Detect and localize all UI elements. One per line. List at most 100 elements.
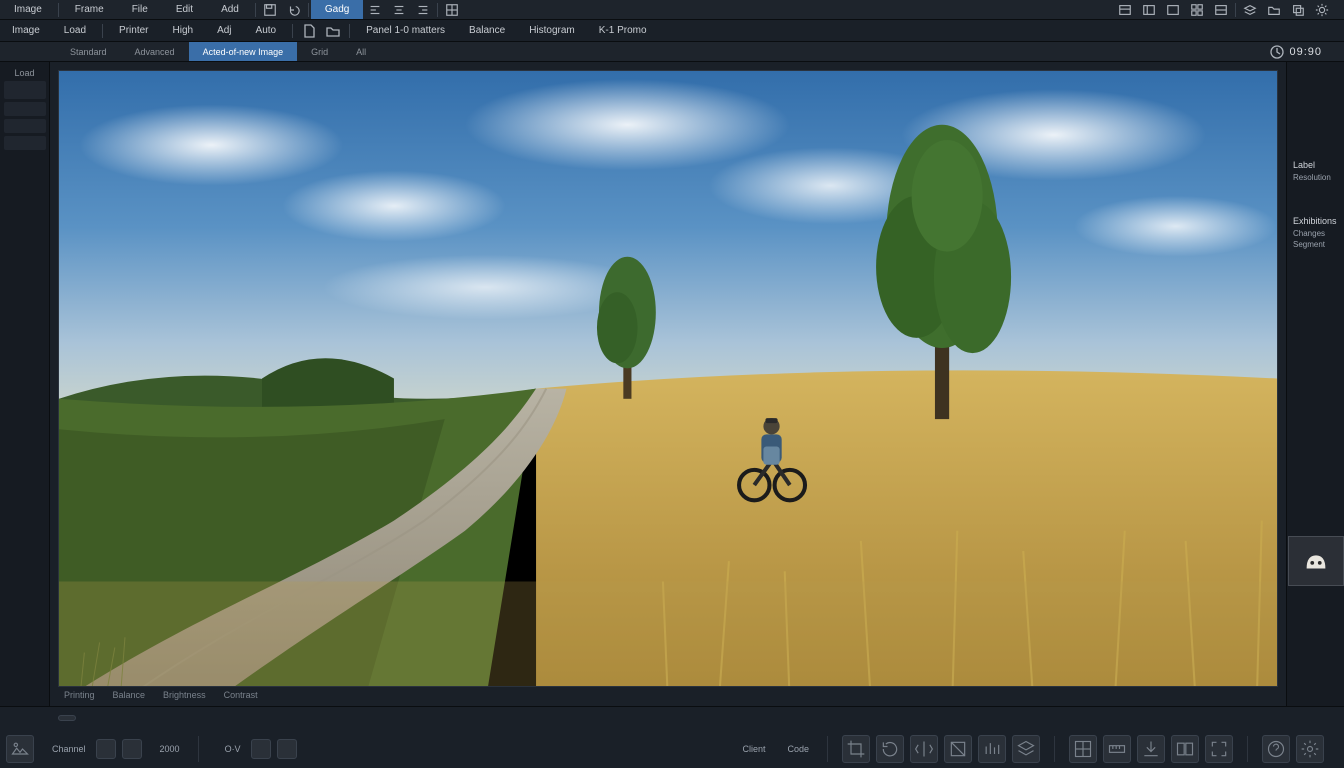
status-code: Code: [775, 744, 813, 754]
toolbar-separator: [292, 24, 293, 38]
panel1-header: Label: [1293, 160, 1338, 170]
tab-4[interactable]: All: [342, 42, 380, 61]
landscape-icon: [10, 739, 30, 759]
chip-icon[interactable]: [277, 739, 297, 759]
menu-item-4[interactable]: Edit: [162, 0, 207, 19]
panel2-row[interactable]: Segment: [1293, 240, 1338, 249]
tool-help-icon[interactable]: [1262, 735, 1290, 763]
tb2-balance[interactable]: Balance: [457, 20, 517, 41]
tab-1[interactable]: Advanced: [121, 42, 189, 61]
tb2-image[interactable]: Image: [0, 20, 52, 41]
canvas-wrapper: Printing Balance Brightness Contrast: [50, 62, 1286, 706]
right-sidebar: Label Resolution Exhibitions Changes Seg…: [1286, 62, 1344, 706]
chip-icon[interactable]: [96, 739, 116, 759]
status-separator: [1054, 736, 1055, 762]
chip-icon[interactable]: [251, 739, 271, 759]
duplicate-icon[interactable]: [1290, 2, 1306, 18]
status-item: Balance: [113, 690, 146, 700]
tool-settings-icon[interactable]: [1296, 735, 1324, 763]
thumbnail-slot[interactable]: [4, 102, 46, 116]
panel2-header: Exhibitions: [1293, 216, 1338, 226]
tb2-panel10[interactable]: Panel 1-0 matters: [354, 20, 457, 41]
tab-2-active[interactable]: Acted-of-new Image: [189, 42, 298, 61]
chip-icon[interactable]: [122, 739, 142, 759]
tool-export-icon[interactable]: [1137, 735, 1165, 763]
mask-tool-button[interactable]: [1288, 536, 1344, 586]
document-icon[interactable]: [301, 23, 317, 39]
thumbnail-slot[interactable]: [4, 119, 46, 133]
status-client: Client: [730, 744, 769, 754]
clock-icon: [1269, 44, 1285, 60]
align-right-icon[interactable]: [415, 2, 431, 18]
panel-icon-5[interactable]: [1213, 2, 1229, 18]
tool-levels-icon[interactable]: [978, 735, 1006, 763]
right-panel-1: Label Resolution: [1287, 156, 1344, 194]
status-2000: 2000: [148, 744, 184, 754]
menu-separator: [437, 3, 438, 17]
panel-icon-2[interactable]: [1141, 2, 1157, 18]
tab-0[interactable]: Standard: [56, 42, 121, 61]
menu-item-gadg[interactable]: Gadg: [311, 0, 363, 19]
grid-icon[interactable]: [444, 2, 460, 18]
canvas-status-bar: Printing Balance Brightness Contrast: [58, 687, 1278, 702]
top-menu-bar: Image Frame File Edit Add Gadg: [0, 0, 1344, 20]
tool-compare-icon[interactable]: [1171, 735, 1199, 763]
panel-icon-1[interactable]: [1117, 2, 1133, 18]
tb2-auto[interactable]: Auto: [244, 20, 289, 41]
tb2-load[interactable]: Load: [52, 20, 98, 41]
status-separator: [1247, 736, 1248, 762]
undo-icon[interactable]: [286, 2, 302, 18]
left-sidebar: Load: [0, 62, 50, 706]
panel1-row[interactable]: Resolution: [1293, 173, 1338, 182]
menu-separator: [308, 3, 309, 17]
status-ov: O·V: [213, 744, 245, 754]
panel2-row[interactable]: Changes: [1293, 229, 1338, 238]
tool-flip-icon[interactable]: [910, 735, 938, 763]
toolbar-separator: [102, 24, 103, 38]
mask-icon: [1301, 546, 1331, 576]
bottom-status-bar: Channel 2000 O·V Client Code: [0, 706, 1344, 768]
secondary-toolbar: Image Load Printer High Adj Auto Panel 1…: [0, 20, 1344, 42]
menu-item-5[interactable]: Add: [207, 0, 253, 19]
status-channel-label: Channel: [40, 744, 90, 754]
tab-3[interactable]: Grid: [297, 42, 342, 61]
tb2-histogram[interactable]: Histogram: [517, 20, 587, 41]
menu-item-2[interactable]: Frame: [61, 0, 118, 19]
tb2-k1promo[interactable]: K-1 Promo: [587, 20, 659, 41]
tool-rotate-icon[interactable]: [876, 735, 904, 763]
preview-thumb[interactable]: [6, 735, 34, 763]
open-icon[interactable]: [325, 23, 341, 39]
canvas-image: [59, 71, 1277, 686]
align-center-icon[interactable]: [391, 2, 407, 18]
gear-icon[interactable]: [1314, 2, 1330, 18]
layers-icon[interactable]: [1242, 2, 1258, 18]
panel-icon-3[interactable]: [1165, 2, 1181, 18]
status-pill[interactable]: [58, 715, 76, 721]
tb2-high[interactable]: High: [161, 20, 206, 41]
thumbnail-slot[interactable]: [4, 136, 46, 150]
align-left-icon[interactable]: [367, 2, 383, 18]
status-separator: [827, 736, 828, 762]
toolbar-separator: [349, 24, 350, 38]
tb2-adj[interactable]: Adj: [205, 20, 243, 41]
folder-icon[interactable]: [1266, 2, 1282, 18]
tool-ruler-icon[interactable]: [1103, 735, 1131, 763]
thumbnail-slot[interactable]: [4, 81, 46, 99]
tool-crop-icon[interactable]: [842, 735, 870, 763]
tb2-printer[interactable]: Printer: [107, 20, 160, 41]
clock-text: 09:90: [1289, 46, 1322, 58]
status-row1: [0, 707, 1344, 729]
menu-item-3[interactable]: File: [118, 0, 162, 19]
save-icon[interactable]: [262, 2, 278, 18]
menu-item-0[interactable]: Image: [0, 0, 56, 19]
tool-resize-icon[interactable]: [944, 735, 972, 763]
image-canvas[interactable]: [58, 70, 1278, 687]
status-item: Brightness: [163, 690, 206, 700]
tool-layers-icon[interactable]: [1012, 735, 1040, 763]
panel-icon-4[interactable]: [1189, 2, 1205, 18]
status-row2: Channel 2000 O·V Client Code: [0, 729, 1344, 768]
right-panel-2: Exhibitions Changes Segment: [1287, 212, 1344, 261]
tool-grid-icon[interactable]: [1069, 735, 1097, 763]
menu-separator: [58, 3, 59, 17]
tool-fullscreen-icon[interactable]: [1205, 735, 1233, 763]
